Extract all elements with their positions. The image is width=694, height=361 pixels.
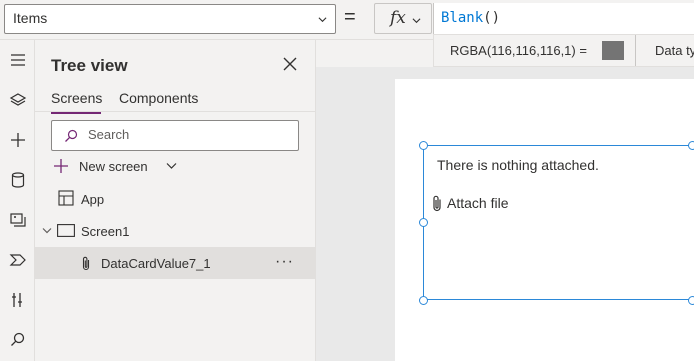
tree-item-app[interactable]: App <box>35 183 315 215</box>
attachment-icon <box>433 195 441 212</box>
media-icon[interactable] <box>0 203 35 237</box>
search-input[interactable] <box>88 127 288 142</box>
tree-item-datacardvalue[interactable]: DataCardValue7_1 ··· <box>35 247 315 279</box>
chevron-down-icon <box>166 163 177 169</box>
app-icon <box>58 190 74 206</box>
formula-parens: () <box>483 10 501 26</box>
layers-icon[interactable] <box>0 83 35 117</box>
tabs-divider <box>35 111 315 112</box>
power-apps-studio: Items = fx Blank() RGBA(116,116,116,1) =… <box>0 0 694 361</box>
formula-input[interactable]: Blank() <box>433 3 694 34</box>
fx-label: fx <box>390 8 406 28</box>
insert-icon[interactable] <box>0 123 35 157</box>
tree-item-label: Screen1 <box>81 224 130 239</box>
resize-handle[interactable] <box>688 295 694 305</box>
left-rail <box>0 40 35 361</box>
fx-button[interactable]: fx <box>374 3 432 34</box>
tree-search-box[interactable] <box>51 120 299 151</box>
tree-view-title: Tree view <box>51 56 128 75</box>
empty-attachments-message: There is nothing attached. <box>437 157 599 173</box>
new-screen-label: New screen <box>79 159 148 174</box>
screen-icon <box>57 224 75 237</box>
property-value: Items <box>13 10 48 26</box>
attachment-icon <box>82 256 90 271</box>
close-icon[interactable] <box>282 56 298 72</box>
formula-hint-bar: RGBA(116,116,116,1) = Data ty <box>433 34 694 67</box>
attach-file-label: Attach file <box>447 195 509 211</box>
chevron-down-icon <box>318 17 327 23</box>
tree-view-pane: Tree view Screens Components New screen … <box>35 40 316 361</box>
menu-icon[interactable] <box>0 43 35 77</box>
search-icon[interactable] <box>0 323 35 357</box>
advanced-tools-icon[interactable] <box>0 283 35 317</box>
search-icon <box>65 129 78 142</box>
color-value-text: RGBA(116,116,116,1) = <box>450 43 587 58</box>
plus-icon <box>54 159 68 173</box>
data-icon[interactable] <box>0 163 35 197</box>
formula-function: Blank <box>441 10 484 26</box>
tree-item-screen1[interactable]: Screen1 <box>35 215 315 247</box>
tab-components[interactable]: Components <box>119 90 198 106</box>
chevron-down-icon <box>412 18 421 24</box>
chevron-down-icon[interactable] <box>42 227 52 235</box>
power-automate-icon[interactable] <box>0 243 35 277</box>
resize-handle[interactable] <box>688 140 694 150</box>
resize-handle[interactable] <box>418 217 428 227</box>
tab-screens[interactable]: Screens <box>51 90 102 106</box>
active-tab-indicator <box>51 112 101 114</box>
data-type-label: Data ty <box>655 43 694 58</box>
equals-sign: = <box>344 6 356 28</box>
tree-item-label: DataCardValue7_1 <box>101 256 211 271</box>
hint-divider <box>635 35 636 66</box>
tree-item-label: App <box>81 192 105 207</box>
color-swatch <box>602 41 624 60</box>
more-options-button[interactable]: ··· <box>275 253 294 271</box>
resize-handle[interactable] <box>418 295 428 305</box>
property-dropdown[interactable]: Items <box>4 4 336 34</box>
resize-handle[interactable] <box>418 140 428 150</box>
